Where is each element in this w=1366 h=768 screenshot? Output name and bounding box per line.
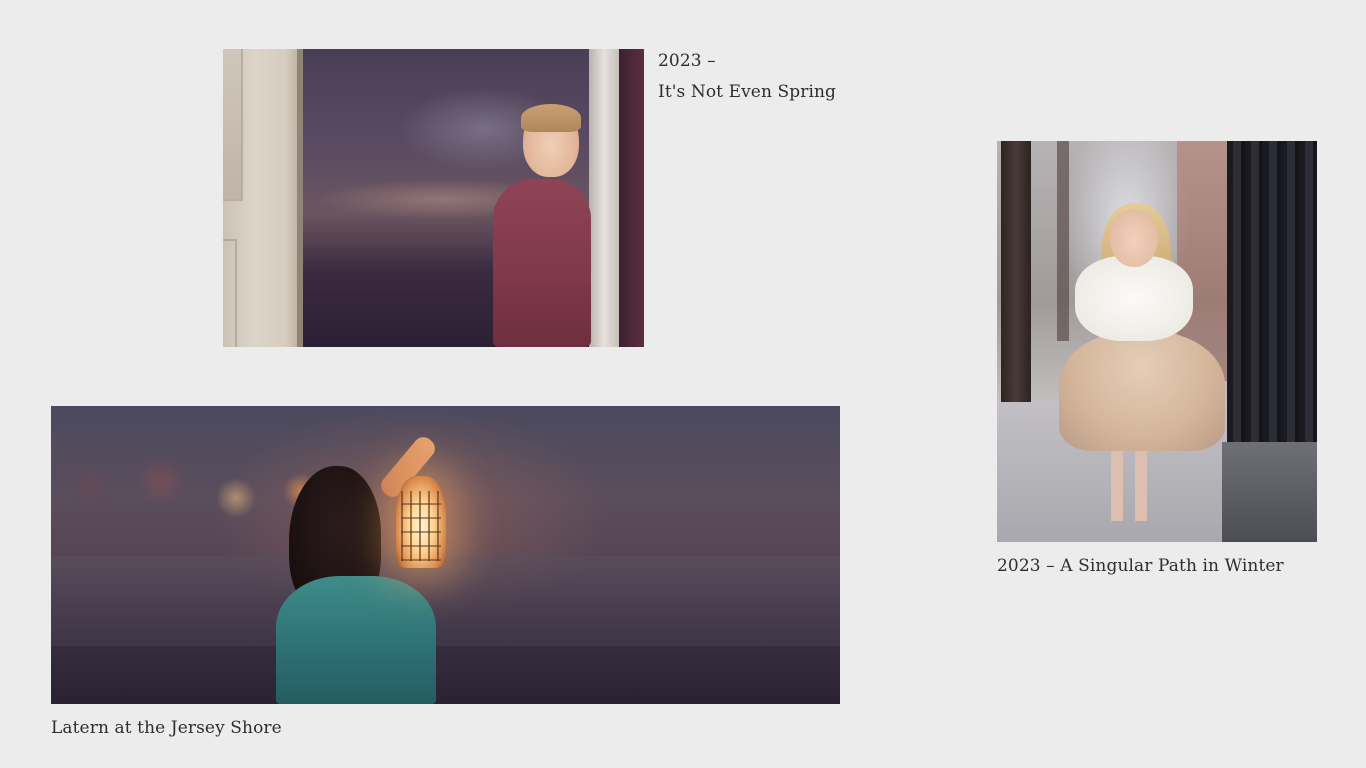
caption-year: 2023 –: [658, 51, 716, 71]
fur-shawl: [1075, 256, 1193, 341]
girl-legs: [1105, 441, 1155, 521]
photo-gallery: 2023 – It's Not Even Spring 2023 – A Sin…: [0, 0, 1366, 768]
distant-tree: [1057, 141, 1069, 341]
girl-dress: [493, 179, 591, 347]
door-jamb-dark: [619, 49, 644, 347]
teal-dress: [276, 576, 436, 704]
caption-title: It's Not Even Spring: [658, 82, 837, 102]
stone-wall: [1222, 442, 1317, 542]
tree-trunk: [1001, 141, 1031, 411]
photo-girl-in-doorway[interactable]: [223, 49, 644, 347]
door-panel-lower: [223, 239, 237, 347]
girl-hair: [521, 104, 581, 132]
lace-dress: [1059, 331, 1225, 451]
caption-text: Latern at the Jersey Shore: [51, 718, 282, 738]
caption-text: 2023 – A Singular Path in Winter: [997, 556, 1284, 576]
photo-lantern-shore[interactable]: [51, 406, 840, 704]
lantern-pattern: [401, 491, 441, 561]
photo-caption-3: Latern at the Jersey Shore: [51, 713, 282, 744]
photo-caption-1: 2023 – It's Not Even Spring: [658, 46, 836, 108]
girl-face: [1110, 209, 1158, 267]
photo-winter-path[interactable]: [997, 141, 1317, 542]
sea-water: [51, 556, 840, 646]
door-jamb: [589, 49, 619, 347]
photo-caption-2: 2023 – A Singular Path in Winter: [997, 551, 1284, 582]
door-panel: [223, 49, 243, 201]
